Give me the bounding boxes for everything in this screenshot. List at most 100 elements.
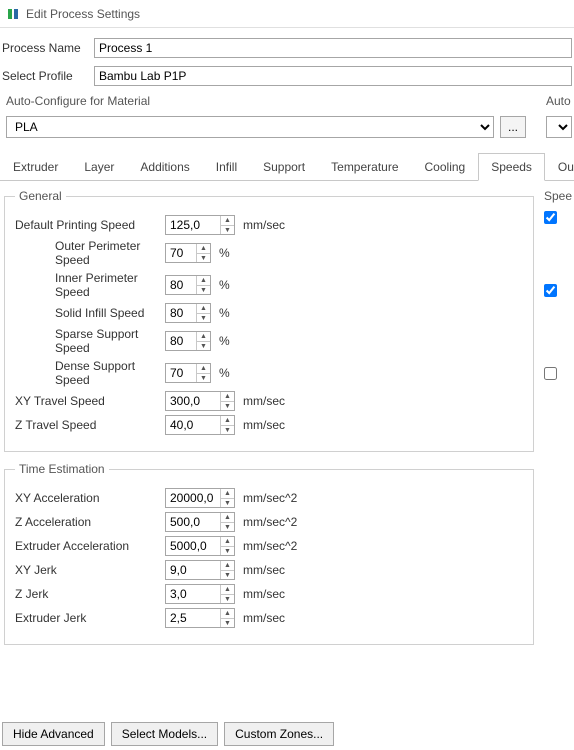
spin-input[interactable]: ▲▼ (165, 391, 235, 411)
group-time-estimation: Time Estimation XY Acceleration▲▼mm/sec^… (4, 462, 534, 645)
spin-down-icon[interactable]: ▼ (221, 619, 234, 628)
spin-input[interactable]: ▲▼ (165, 303, 211, 323)
tab-layer[interactable]: Layer (71, 153, 127, 181)
autoconf-material-title: Auto-Configure for Material (6, 94, 526, 108)
autoconf-right-select[interactable]: Me (546, 116, 572, 138)
custom-zones-button[interactable]: Custom Zones... (224, 722, 334, 746)
spin-input[interactable]: ▲▼ (165, 275, 211, 295)
spin-input[interactable]: ▲▼ (165, 560, 235, 580)
right-panel-title: Spee (544, 189, 574, 203)
spin-down-icon[interactable]: ▼ (221, 571, 234, 580)
spin-input[interactable]: ▲▼ (165, 512, 235, 532)
spin-text[interactable] (166, 244, 196, 262)
spin-up-icon[interactable]: ▲ (221, 416, 234, 426)
tab-temperature[interactable]: Temperature (318, 153, 411, 181)
spin-text[interactable] (166, 537, 220, 555)
checkbox[interactable] (544, 211, 557, 224)
tab-infill[interactable]: Infill (203, 153, 250, 181)
spin-down-icon[interactable]: ▼ (221, 523, 234, 532)
spin-up-icon[interactable]: ▲ (221, 561, 234, 571)
param-unit: % (219, 278, 230, 292)
spin-text[interactable] (166, 392, 220, 410)
spin-text[interactable] (166, 513, 220, 531)
process-name-input[interactable] (94, 38, 572, 58)
spin-up-icon[interactable]: ▲ (221, 609, 234, 619)
param-label: XY Jerk (15, 563, 165, 577)
param-row: Z Jerk▲▼mm/sec (15, 584, 523, 604)
spin-text[interactable] (166, 304, 196, 322)
spin-text[interactable] (166, 561, 220, 579)
spin-down-icon[interactable]: ▼ (221, 226, 234, 235)
spin-text[interactable] (166, 489, 220, 507)
tab-support[interactable]: Support (250, 153, 318, 181)
param-row: Outer Perimeter Speed▲▼% (15, 239, 523, 267)
spin-down-icon[interactable]: ▼ (197, 374, 210, 383)
spin-down-icon[interactable]: ▼ (197, 254, 210, 263)
tab-cooling[interactable]: Cooling (412, 153, 479, 181)
spin-input[interactable]: ▲▼ (165, 608, 235, 628)
spin-input[interactable]: ▲▼ (165, 536, 235, 556)
param-row: XY Jerk▲▼mm/sec (15, 560, 523, 580)
select-profile-input[interactable] (94, 66, 572, 86)
spin-up-icon[interactable]: ▲ (197, 364, 210, 374)
spin-up-icon[interactable]: ▲ (197, 244, 210, 254)
param-label: Extruder Jerk (15, 611, 165, 625)
spin-down-icon[interactable]: ▼ (221, 595, 234, 604)
param-row: Extruder Acceleration▲▼mm/sec^2 (15, 536, 523, 556)
spin-up-icon[interactable]: ▲ (197, 304, 210, 314)
spin-text[interactable] (166, 609, 220, 627)
spin-down-icon[interactable]: ▼ (221, 426, 234, 435)
spin-text[interactable] (166, 216, 220, 234)
spin-up-icon[interactable]: ▲ (197, 332, 210, 342)
spin-text[interactable] (166, 416, 220, 434)
spin-up-icon[interactable]: ▲ (221, 513, 234, 523)
param-row: Sparse Support Speed▲▼% (15, 327, 523, 355)
spin-down-icon[interactable]: ▼ (221, 402, 234, 411)
group-general-legend: General (15, 189, 66, 203)
param-row: Z Acceleration▲▼mm/sec^2 (15, 512, 523, 532)
spin-down-icon[interactable]: ▼ (197, 314, 210, 323)
param-unit: % (219, 246, 230, 260)
param-label: Z Acceleration (15, 515, 165, 529)
tab-output[interactable]: Output (545, 153, 574, 181)
material-ellipsis-button[interactable]: ... (500, 116, 526, 138)
spin-down-icon[interactable]: ▼ (221, 499, 234, 508)
spin-up-icon[interactable]: ▲ (197, 276, 210, 286)
spin-input[interactable]: ▲▼ (165, 331, 211, 351)
spin-input[interactable]: ▲▼ (165, 363, 211, 383)
titlebar: Edit Process Settings (0, 0, 574, 28)
hide-advanced-button[interactable]: Hide Advanced (2, 722, 105, 746)
select-models-button[interactable]: Select Models... (111, 722, 218, 746)
spin-up-icon[interactable]: ▲ (221, 489, 234, 499)
material-select[interactable]: PLA (6, 116, 494, 138)
spin-input[interactable]: ▲▼ (165, 415, 235, 435)
tab-speeds[interactable]: Speeds (478, 153, 545, 181)
spin-up-icon[interactable]: ▲ (221, 216, 234, 226)
spin-text[interactable] (166, 364, 196, 382)
spin-up-icon[interactable]: ▲ (221, 585, 234, 595)
spin-input[interactable]: ▲▼ (165, 243, 211, 263)
spin-input[interactable]: ▲▼ (165, 584, 235, 604)
param-unit: mm/sec (243, 587, 285, 601)
spin-text[interactable] (166, 332, 196, 350)
spin-input[interactable]: ▲▼ (165, 488, 235, 508)
tab-extruder[interactable]: Extruder (0, 153, 71, 181)
param-row: Dense Support Speed▲▼% (15, 359, 523, 387)
param-label: Solid Infill Speed (15, 306, 165, 320)
param-label: Extruder Acceleration (15, 539, 165, 553)
param-unit: mm/sec^2 (243, 491, 297, 505)
tab-additions[interactable]: Additions (127, 153, 202, 181)
checkbox[interactable] (544, 284, 557, 297)
spin-up-icon[interactable]: ▲ (221, 392, 234, 402)
process-name-label: Process Name (2, 41, 94, 55)
spin-text[interactable] (166, 585, 220, 603)
spin-text[interactable] (166, 276, 196, 294)
spin-up-icon[interactable]: ▲ (221, 537, 234, 547)
spin-down-icon[interactable]: ▼ (197, 286, 210, 295)
param-label: Outer Perimeter Speed (15, 239, 165, 267)
spin-down-icon[interactable]: ▼ (221, 547, 234, 556)
spin-down-icon[interactable]: ▼ (197, 342, 210, 351)
param-row: Inner Perimeter Speed▲▼% (15, 271, 523, 299)
checkbox[interactable] (544, 367, 557, 380)
spin-input[interactable]: ▲▼ (165, 215, 235, 235)
